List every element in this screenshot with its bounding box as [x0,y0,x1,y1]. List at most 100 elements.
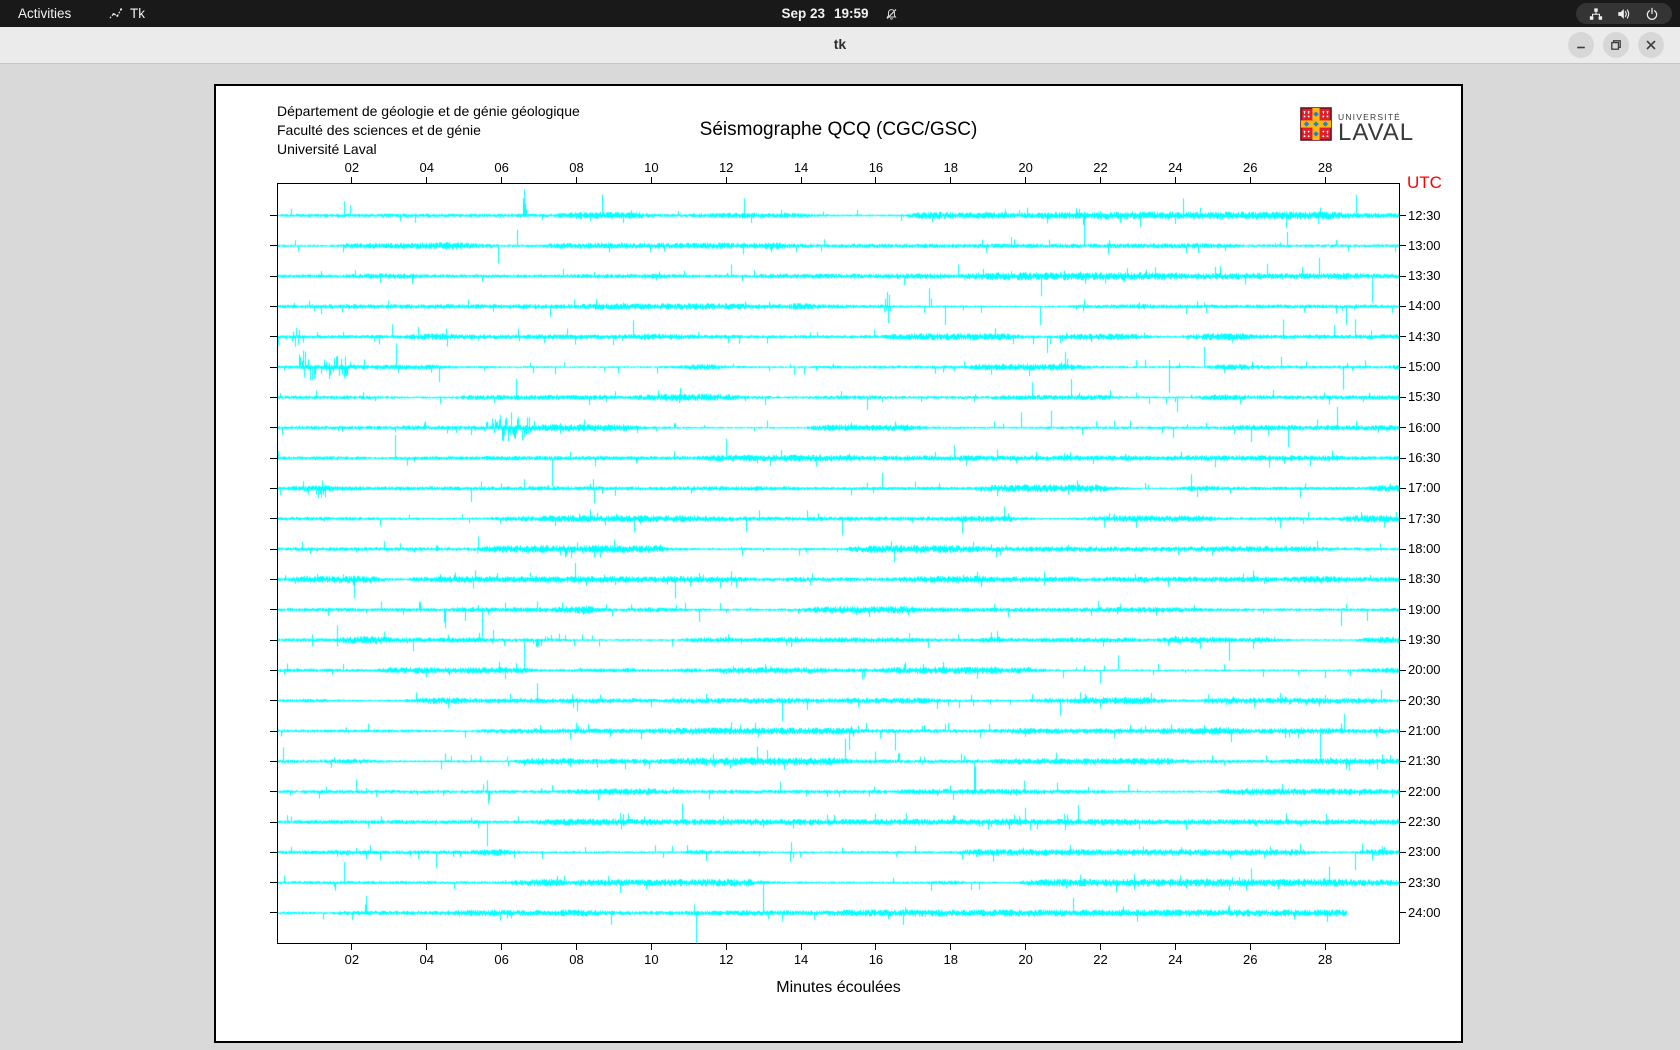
window-controls [1568,32,1664,58]
bottom-minute-tick-label: 08 [569,952,584,967]
right-row-tick [1400,760,1406,762]
left-row-tick [270,336,277,338]
network-wired-icon [1589,7,1603,21]
top-minute-tick-label: 04 [419,160,434,175]
top-minute-tick-label: 16 [868,160,884,175]
left-row-tick [270,791,277,793]
bottom-minute-tick [800,944,802,950]
clock-time: 19:59 [834,6,869,21]
right-row-tick [1400,609,1406,611]
bottom-minute-tick [1100,944,1102,950]
bottom-minute-tick [426,944,428,950]
utc-time-label: 14:00 [1408,298,1441,314]
bottom-minute-tick-label: 22 [1093,952,1108,967]
focused-app-menu[interactable]: Tk [108,0,145,27]
utc-label: UTC [1407,173,1442,192]
utc-time-label: 17:30 [1408,510,1441,526]
left-row-tick [270,882,277,884]
close-button[interactable] [1638,32,1664,58]
utc-time-label: 17:00 [1408,480,1441,496]
seismograph-panel: Département de géologie et de génie géol… [214,84,1463,1043]
top-minute-tick-label: 08 [569,160,584,175]
utc-time-label: 16:30 [1408,450,1441,466]
bottom-minute-tick [1025,944,1027,950]
right-row-tick [1400,851,1406,853]
right-row-tick [1400,457,1406,459]
header-line-3: Université Laval [277,141,377,157]
system-status-menu[interactable] [1576,3,1672,24]
bottom-minute-tick-label: 02 [344,952,360,967]
left-row-tick [270,518,277,520]
left-row-tick [270,669,277,671]
right-row-tick [1400,730,1406,732]
bottom-minute-tick [650,944,652,950]
utc-time-label: 15:00 [1408,359,1441,375]
right-row-tick [1400,700,1406,702]
top-minute-tick [501,177,503,183]
top-minute-tick-label: 12 [718,160,734,175]
top-minute-tick-label: 14 [793,160,809,175]
restore-button[interactable] [1603,32,1629,58]
minimize-button[interactable] [1568,32,1594,58]
right-row-tick [1400,578,1406,580]
bottom-minute-tick [950,944,952,950]
plot-area-border [277,183,1400,944]
bottom-minute-tick [575,944,577,950]
utc-time-label: 23:00 [1408,844,1441,860]
right-row-tick [1400,882,1406,884]
utc-time-label: 21:30 [1408,753,1441,769]
bottom-minute-tick-label: 12 [718,952,734,967]
right-row-tick [1400,639,1406,641]
top-minute-tick [1174,177,1176,183]
right-row-tick [1400,396,1406,398]
left-row-tick [270,427,277,429]
top-minute-tick-label: 18 [943,160,959,175]
top-minute-tick [725,177,727,183]
bottom-minute-tick-label: 18 [943,952,959,967]
window-titlebar[interactable]: tk [0,27,1680,64]
top-minute-tick-label: 02 [344,160,360,175]
top-minute-tick-label: 22 [1093,160,1108,175]
laval-shield-icon [1300,107,1332,146]
bottom-minute-tick-label: 06 [494,952,509,967]
bottom-minute-tick-label: 24 [1168,952,1183,967]
activities-label: Activities [18,6,72,21]
laval-logo-laval: LAVAL [1338,119,1415,146]
utc-time-label: 23:30 [1408,874,1441,890]
clock-date: Sep 23 [781,6,825,21]
tk-app-icon [108,6,123,21]
bottom-minute-tick [725,944,727,950]
bottom-minute-tick [1324,944,1326,950]
desktop: Activities Tk Sep 23 19:59 tk Départemen… [0,0,1680,1050]
right-row-tick [1400,245,1406,247]
left-row-tick [270,821,277,823]
top-minute-tick [875,177,877,183]
utc-time-label: 21:00 [1408,723,1441,739]
clock-label: Sep 23 19:59 [781,6,868,21]
bottom-minute-tick-label: 14 [793,952,809,967]
left-row-tick [270,760,277,762]
left-row-tick [270,215,277,216]
clock-button[interactable]: Sep 23 19:59 [781,0,898,27]
right-row-tick [1400,275,1406,277]
bottom-minute-tick-label: 20 [1018,952,1033,967]
utc-time-label: 19:00 [1408,601,1441,617]
left-row-tick [270,730,277,732]
bottom-minute-tick-label: 04 [419,952,434,967]
utc-time-label: 22:30 [1408,814,1441,830]
left-row-tick [270,578,277,580]
left-row-tick [270,457,277,459]
utc-time-label: 13:30 [1408,268,1441,284]
window-title: tk [833,36,847,52]
right-row-tick [1400,487,1406,489]
system-status-area [1576,3,1672,24]
top-minute-tick [1249,177,1251,183]
activities-button[interactable]: Activities [18,0,71,27]
left-row-tick [270,609,277,611]
top-minute-tick [1025,177,1027,183]
top-minute-tick-label: 06 [494,160,509,175]
utc-time-label: 24:00 [1408,904,1441,920]
right-row-tick [1400,791,1406,793]
laval-logo-text: UNIVERSITÉ LAVAL [1338,107,1414,146]
app-name-label: Tk [130,6,145,21]
